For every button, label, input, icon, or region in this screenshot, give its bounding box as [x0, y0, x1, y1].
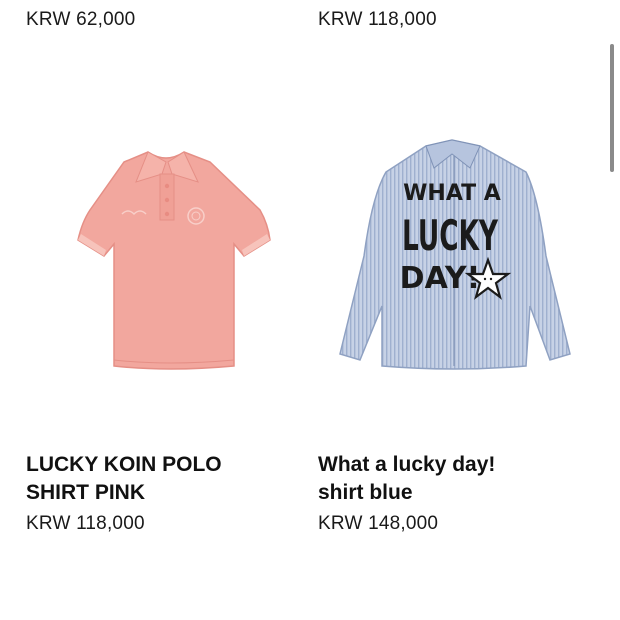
scrollbar[interactable]	[610, 44, 614, 172]
product-name-pink-polo[interactable]: LUCKY KOIN POLO SHIRT PINK	[26, 451, 222, 507]
pink-polo-shirt-icon	[77, 151, 271, 370]
shirt-print-line1: WHAT A	[403, 181, 501, 206]
prev-product-price-right: KRW 118,000	[318, 9, 437, 30]
product-name-line: SHIRT PINK	[26, 481, 146, 504]
product-name-line: What a lucky day!	[318, 453, 496, 476]
product-image-blue-shirt[interactable]: WHAT A LUCKY DAY!	[330, 136, 580, 376]
product-name-blue-shirt[interactable]: What a lucky day! shirt blue	[318, 451, 495, 507]
product-price-pink-polo: KRW 118,000	[26, 513, 145, 534]
prev-product-price-left: KRW 62,000	[26, 9, 136, 30]
product-name-line: LUCKY KOIN POLO	[26, 453, 222, 476]
product-price-blue-shirt: KRW 148,000	[318, 513, 439, 534]
blue-striped-shirt-icon: WHAT A LUCKY DAY!	[339, 139, 571, 370]
product-name-line: shirt blue	[318, 481, 413, 504]
shirt-print-line2: LUCKY	[402, 211, 498, 260]
shirt-print-line3: DAY!	[400, 261, 481, 296]
product-image-pink-polo[interactable]	[48, 140, 288, 380]
